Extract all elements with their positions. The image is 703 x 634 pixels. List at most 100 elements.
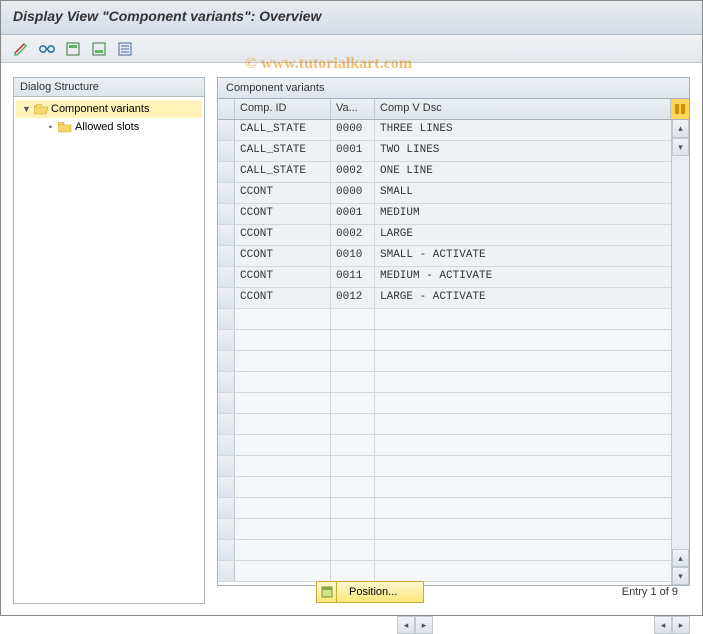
cell-desc[interactable]: THREE LINES	[375, 120, 689, 140]
cell-comp-id[interactable]	[235, 540, 331, 560]
hscroll-left-button[interactable]: ◂	[397, 616, 415, 634]
expand-icon[interactable]	[63, 40, 83, 58]
col-header-desc[interactable]: Comp V Dsc	[375, 99, 671, 119]
cell-desc[interactable]: MEDIUM	[375, 204, 689, 224]
row-selector[interactable]	[218, 204, 235, 224]
cell-comp-id[interactable]	[235, 498, 331, 518]
cell-desc[interactable]	[375, 498, 689, 518]
row-selector[interactable]	[218, 372, 235, 392]
row-selector[interactable]	[218, 183, 235, 203]
select-all-header[interactable]	[218, 99, 235, 119]
cell-variant[interactable]: 0000	[331, 183, 375, 203]
cell-variant[interactable]	[331, 498, 375, 518]
hscroll-right-button[interactable]: ▸	[415, 616, 433, 634]
cell-desc[interactable]: ONE LINE	[375, 162, 689, 182]
cell-variant[interactable]	[331, 414, 375, 434]
cell-comp-id[interactable]: CALL_STATE	[235, 162, 331, 182]
tree-node-component-variants[interactable]: ▼ Component variants	[16, 100, 202, 118]
print-icon[interactable]	[115, 40, 135, 58]
configure-columns-icon[interactable]	[671, 99, 689, 119]
row-selector[interactable]	[218, 477, 235, 497]
cell-comp-id[interactable]: CCONT	[235, 204, 331, 224]
cell-comp-id[interactable]	[235, 351, 331, 371]
row-selector[interactable]	[218, 288, 235, 308]
hscroll-left2-button[interactable]: ◂	[654, 616, 672, 634]
cell-desc[interactable]: LARGE - ACTIVATE	[375, 288, 689, 308]
cell-desc[interactable]	[375, 393, 689, 413]
cell-comp-id[interactable]	[235, 519, 331, 539]
cell-comp-id[interactable]	[235, 456, 331, 476]
row-selector[interactable]	[218, 246, 235, 266]
row-selector[interactable]	[218, 162, 235, 182]
row-selector[interactable]	[218, 309, 235, 329]
cell-variant[interactable]: 0002	[331, 162, 375, 182]
toggle-edit-icon[interactable]	[11, 40, 31, 58]
cell-desc[interactable]	[375, 414, 689, 434]
cell-variant[interactable]: 0012	[331, 288, 375, 308]
col-header-variant[interactable]: Va...	[331, 99, 375, 119]
collapse-twisty-icon[interactable]: ▼	[22, 105, 31, 114]
cell-variant[interactable]: 0010	[331, 246, 375, 266]
cell-variant[interactable]	[331, 519, 375, 539]
scroll-track[interactable]	[672, 156, 689, 549]
row-selector[interactable]	[218, 456, 235, 476]
cell-comp-id[interactable]	[235, 330, 331, 350]
cell-comp-id[interactable]: CCONT	[235, 288, 331, 308]
col-header-comp-id[interactable]: Comp. ID	[235, 99, 331, 119]
cell-comp-id[interactable]: CALL_STATE	[235, 141, 331, 161]
cell-comp-id[interactable]: CALL_STATE	[235, 120, 331, 140]
scroll-down-button[interactable]: ▴	[672, 549, 689, 567]
cell-variant[interactable]: 0001	[331, 204, 375, 224]
scroll-up-button[interactable]: ▾	[672, 138, 689, 156]
cell-comp-id[interactable]	[235, 393, 331, 413]
cell-desc[interactable]: SMALL	[375, 183, 689, 203]
row-selector[interactable]	[218, 561, 235, 581]
cell-variant[interactable]: 0001	[331, 141, 375, 161]
collapse-icon[interactable]	[89, 40, 109, 58]
cell-variant[interactable]: 0002	[331, 225, 375, 245]
cell-comp-id[interactable]: CCONT	[235, 246, 331, 266]
cell-variant[interactable]: 0000	[331, 120, 375, 140]
row-selector[interactable]	[218, 351, 235, 371]
cell-variant[interactable]	[331, 477, 375, 497]
cell-variant[interactable]: 0011	[331, 267, 375, 287]
cell-variant[interactable]	[331, 456, 375, 476]
cell-desc[interactable]: TWO LINES	[375, 141, 689, 161]
cell-comp-id[interactable]	[235, 561, 331, 581]
cell-comp-id[interactable]	[235, 414, 331, 434]
cell-desc[interactable]	[375, 519, 689, 539]
cell-desc[interactable]	[375, 561, 689, 581]
row-selector[interactable]	[218, 435, 235, 455]
cell-variant[interactable]	[331, 330, 375, 350]
row-selector[interactable]	[218, 330, 235, 350]
cell-desc[interactable]	[375, 456, 689, 476]
cell-desc[interactable]: MEDIUM - ACTIVATE	[375, 267, 689, 287]
cell-desc[interactable]	[375, 309, 689, 329]
scroll-top-button[interactable]: ▴	[672, 120, 689, 138]
cell-variant[interactable]	[331, 561, 375, 581]
glasses-icon[interactable]	[37, 40, 57, 58]
position-button[interactable]: Position...	[316, 581, 424, 603]
cell-comp-id[interactable]	[235, 477, 331, 497]
cell-desc[interactable]	[375, 435, 689, 455]
cell-comp-id[interactable]: CCONT	[235, 225, 331, 245]
tree-node-allowed-slots[interactable]: • Allowed slots	[16, 118, 202, 136]
cell-desc[interactable]	[375, 540, 689, 560]
cell-variant[interactable]	[331, 372, 375, 392]
row-selector[interactable]	[218, 120, 235, 140]
row-selector[interactable]	[218, 519, 235, 539]
cell-comp-id[interactable]	[235, 309, 331, 329]
cell-desc[interactable]: SMALL - ACTIVATE	[375, 246, 689, 266]
cell-variant[interactable]	[331, 309, 375, 329]
cell-variant[interactable]	[331, 351, 375, 371]
row-selector[interactable]	[218, 393, 235, 413]
cell-desc[interactable]	[375, 372, 689, 392]
hscroll-right2-button[interactable]: ▸	[672, 616, 690, 634]
row-selector[interactable]	[218, 141, 235, 161]
cell-variant[interactable]	[331, 540, 375, 560]
cell-desc[interactable]	[375, 330, 689, 350]
cell-desc[interactable]: LARGE	[375, 225, 689, 245]
cell-variant[interactable]	[331, 393, 375, 413]
row-selector[interactable]	[218, 225, 235, 245]
cell-comp-id[interactable]: CCONT	[235, 267, 331, 287]
